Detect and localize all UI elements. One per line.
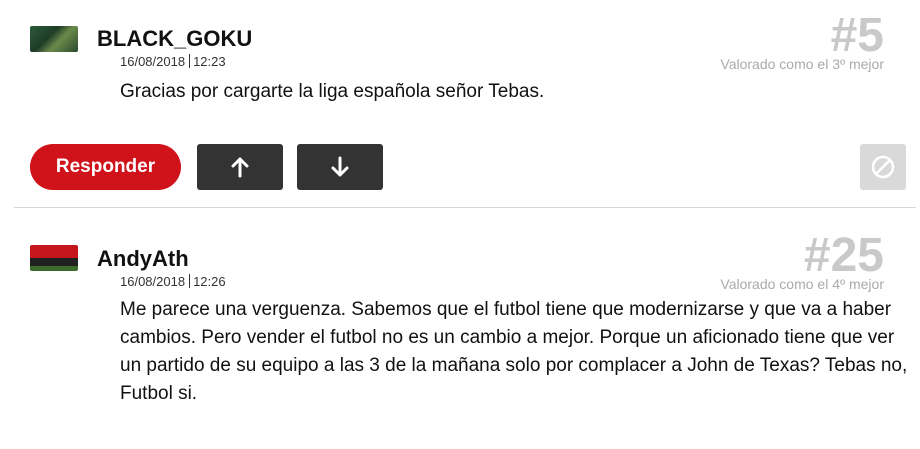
comment-body: Me parece una verguenza. Sabemos que el … — [120, 299, 908, 404]
avatar[interactable] — [30, 245, 78, 271]
comment-rank-number[interactable]: #5 — [831, 12, 884, 60]
comment-rank-text: Valorado como el 4º mejor — [720, 276, 884, 292]
arrow-down-icon — [331, 156, 349, 177]
comment-timestamp: 16/08/2018 12:26 — [120, 274, 226, 289]
comment-actions: Responder — [30, 144, 906, 190]
comment-username[interactable]: BLACK_GOKU — [97, 26, 252, 52]
comment-rank-number[interactable]: #25 — [804, 232, 884, 280]
block-icon — [871, 155, 895, 179]
arrow-up-icon — [231, 157, 249, 178]
comment-date: 16/08/2018 — [120, 274, 186, 289]
upvote-button[interactable] — [197, 144, 283, 190]
comment-time: 12:23 — [193, 54, 226, 69]
timestamp-separator — [189, 274, 191, 288]
report-button[interactable] — [860, 144, 906, 190]
comment-timestamp: 16/08/2018 12:23 — [120, 54, 226, 69]
comment-rank-text: Valorado como el 3º mejor — [720, 56, 884, 72]
avatar[interactable] — [30, 26, 78, 52]
comment-date: 16/08/2018 — [120, 54, 186, 69]
downvote-button[interactable] — [297, 144, 383, 190]
reply-button[interactable]: Responder — [30, 144, 181, 190]
comment-time: 12:26 — [193, 274, 226, 289]
comment-divider — [14, 207, 916, 208]
comment-username[interactable]: AndyAth — [97, 246, 189, 272]
timestamp-separator — [189, 54, 191, 68]
comment-body: Gracias por cargarte la liga española se… — [120, 81, 545, 102]
